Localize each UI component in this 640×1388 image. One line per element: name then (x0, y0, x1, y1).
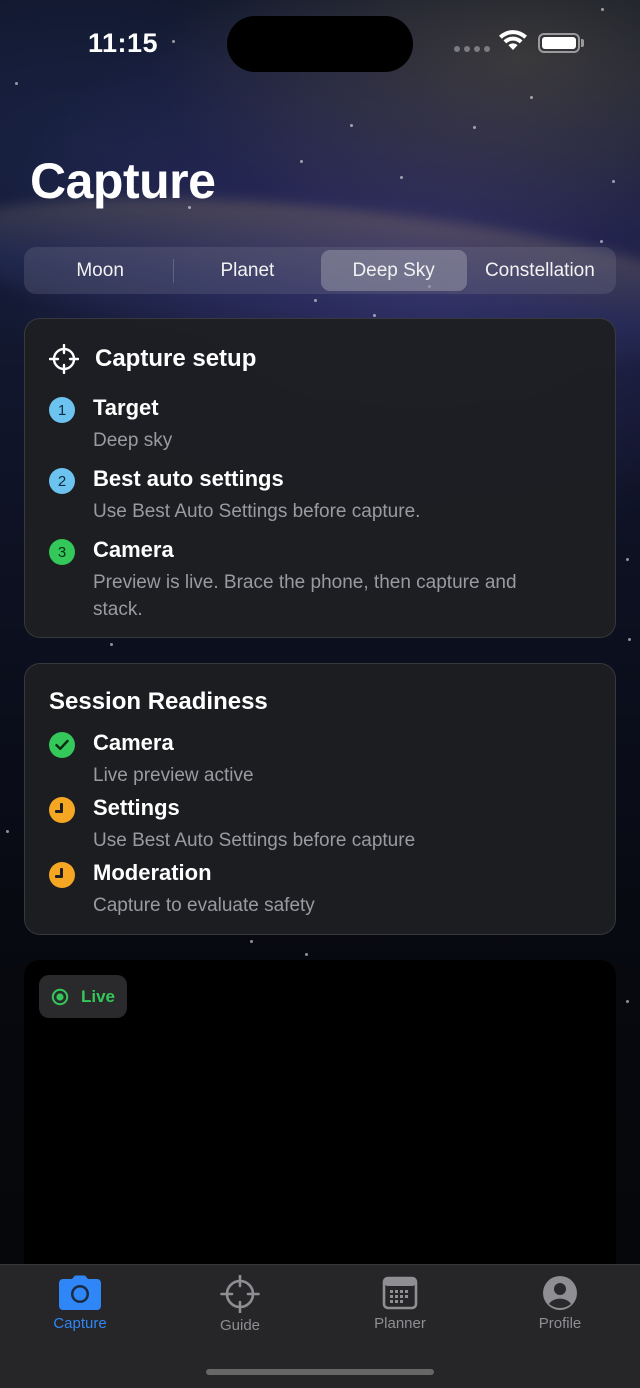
step-title: Camera (93, 537, 174, 562)
home-indicator[interactable] (206, 1369, 434, 1375)
tab-capture[interactable]: Capture (20, 1275, 140, 1332)
step-number-badge: 3 (49, 539, 75, 565)
checkmark-icon (49, 732, 75, 758)
step-number-badge: 2 (49, 468, 75, 494)
person-icon (543, 1276, 577, 1310)
dynamic-island (227, 16, 413, 72)
calendar-icon (382, 1276, 418, 1310)
live-badge: Live (39, 975, 127, 1018)
segment-deep-sky[interactable]: Deep Sky (320, 250, 467, 291)
tab-label: Capture (53, 1315, 107, 1332)
session-readiness-card: Session Readiness Camera Live preview ac… (24, 663, 616, 935)
step-number-badge: 1 (49, 397, 75, 423)
readiness-subtitle: Capture to evaluate safety (93, 895, 315, 916)
page-title: Capture (30, 153, 216, 209)
step-subtitle: Preview is live. Brace the phone, then c… (93, 572, 517, 620)
tab-label: Guide (219, 1317, 261, 1334)
cellular-signal-icon (454, 46, 490, 52)
readiness-item-settings: Settings Use Best Auto Settings before c… (49, 795, 523, 854)
readiness-title: Camera (93, 730, 174, 755)
step-subtitle: Deep sky (93, 430, 173, 451)
segment-planet[interactable]: Planet (174, 250, 320, 291)
tab-label: Planner (374, 1315, 426, 1332)
setup-step-target: 1 Target Deep sky (49, 395, 523, 454)
battery-tip (581, 39, 584, 47)
camera-preview[interactable]: Live (24, 960, 616, 1290)
readiness-subtitle: Live preview active (93, 765, 254, 786)
camera-icon (59, 1275, 101, 1310)
battery-icon (538, 33, 580, 53)
session-readiness-header: Session Readiness (49, 688, 268, 716)
tab-label: Profile (538, 1315, 582, 1332)
step-title: Best auto settings (93, 466, 284, 491)
capture-setup-title: Capture setup (95, 345, 257, 372)
status-time: 11:15 (88, 28, 159, 58)
readiness-item-camera: Camera Live preview active (49, 730, 523, 789)
readiness-subtitle: Use Best Auto Settings before capture (93, 830, 416, 851)
live-label: Live (81, 986, 116, 1006)
setup-step-camera: 3 Camera Preview is live. Brace the phon… (49, 537, 523, 623)
readiness-item-moderation: Moderation Capture to evaluate safety (49, 860, 523, 919)
segment-constellation[interactable]: Constellation (467, 250, 613, 291)
step-title: Target (93, 395, 159, 420)
capture-setup-card: Capture setup 1 Target Deep sky 2 Best a… (24, 318, 616, 638)
segment-moon[interactable]: Moon (27, 250, 173, 291)
tab-planner[interactable]: Planner (340, 1275, 460, 1332)
crosshair-icon (49, 344, 79, 374)
session-readiness-title: Session Readiness (49, 688, 268, 715)
live-record-icon (51, 988, 69, 1005)
tab-guide[interactable]: Guide (180, 1275, 300, 1334)
tab-profile[interactable]: Profile (500, 1275, 620, 1332)
target-type-segmented-control[interactable]: Moon Planet Deep Sky Constellation (24, 247, 616, 294)
status-bar: 11:15 (0, 0, 640, 90)
clock-icon (49, 862, 75, 888)
crosshair-icon (220, 1275, 260, 1313)
readiness-title: Moderation (93, 860, 212, 885)
capture-setup-header: Capture setup (49, 344, 256, 374)
clock-icon (49, 797, 75, 823)
wifi-icon (499, 30, 527, 50)
readiness-title: Settings (93, 795, 180, 820)
step-subtitle: Use Best Auto Settings before capture. (93, 501, 421, 522)
setup-step-auto-settings: 2 Best auto settings Use Best Auto Setti… (49, 466, 523, 525)
